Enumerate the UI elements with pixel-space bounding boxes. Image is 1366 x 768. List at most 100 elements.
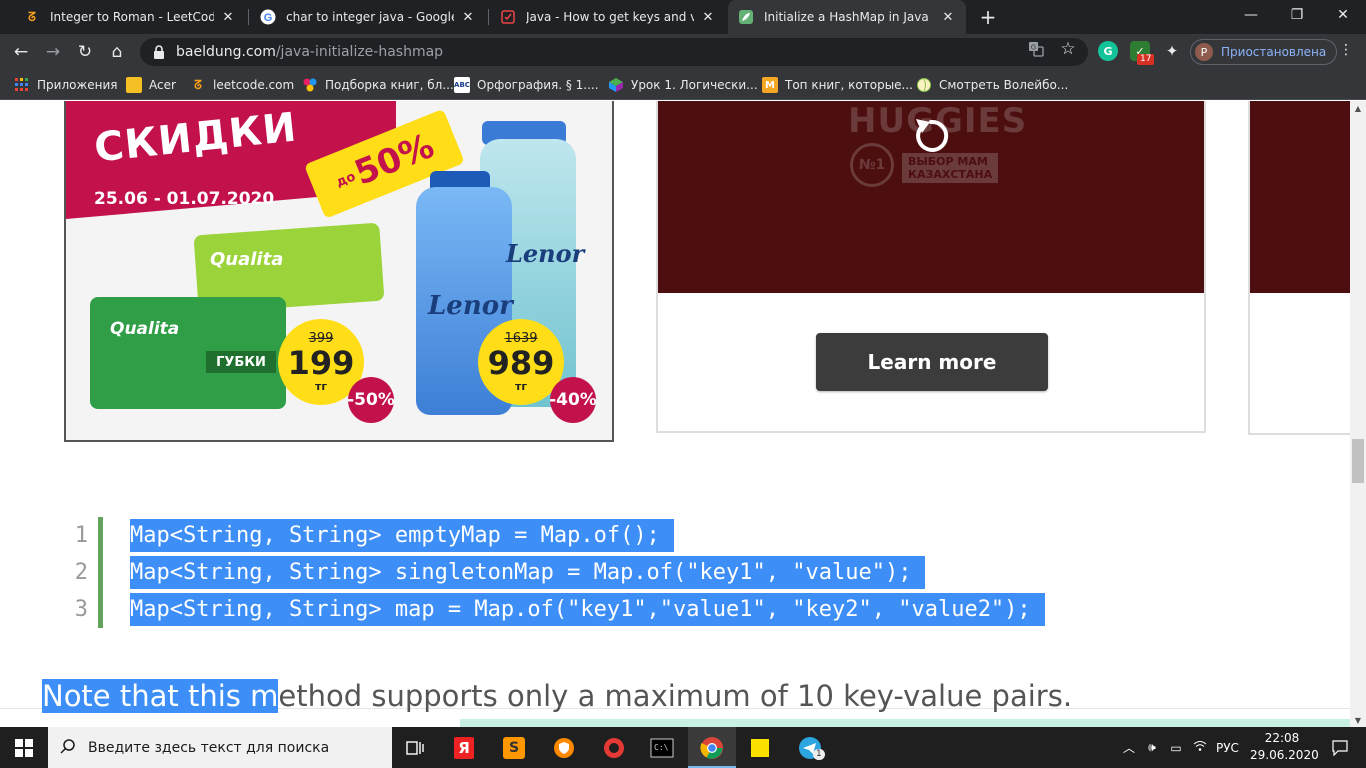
clock[interactable]: 22:08 29.06.2020 [1250,730,1319,764]
search-icon [60,738,78,758]
telegram-icon[interactable]: 1 [786,727,834,768]
tab-java-keys[interactable]: Java - How to get keys and value ✕ [490,0,726,34]
currency: тг [514,379,528,393]
time: 22:08 [1264,731,1300,745]
google-icon: G [260,9,276,25]
tab-leetcode[interactable]: ᘔ Integer to Roman - LeetCode ✕ [14,0,246,34]
apps-icon [14,77,30,93]
close-icon[interactable]: ✕ [460,9,476,25]
yandex-browser-icon[interactable]: Я [440,727,488,768]
bookmark-star-icon[interactable]: ☆ [1059,39,1077,59]
address-bar[interactable]: baeldung.com /java-initialize-hashmap [140,38,1088,66]
search-placeholder: Введите здесь текст для поиска [88,739,330,756]
bookmark-label: Урок 1. Логически... [631,78,758,92]
sponge-brand: Qualita [110,319,180,339]
windows-start-icon[interactable] [0,727,48,768]
date: 29.06.2020 [1250,748,1319,762]
m-icon: M [762,77,778,93]
language-indicator[interactable]: РУС [1216,741,1239,755]
java-icon [500,9,516,25]
lock-icon[interactable] [152,45,166,59]
vpn-shield-icon[interactable] [540,727,588,768]
puzzle-icon[interactable]: ✦ [1162,41,1182,61]
replay-icon[interactable] [906,111,956,161]
code-text[interactable]: Map<String, String> map = Map.of("key1",… [130,593,1045,626]
bookmark-label: Acer [149,78,176,92]
forward-button[interactable]: → [40,39,66,65]
network-icon[interactable]: ▭ [1164,741,1188,755]
close-icon[interactable]: ✕ [220,9,236,25]
chevron-up-icon[interactable]: ︿ [1118,739,1140,756]
bookmark-logic[interactable]: Урок 1. Логически... [608,76,758,94]
new-price: 989 [487,343,555,382]
wifi-icon[interactable] [1188,740,1212,755]
leetcode-icon: ᘔ [28,9,36,24]
code-text[interactable]: Map<String, String> emptyMap = Map.of(); [130,519,674,552]
partial-ad[interactable] [1248,101,1350,435]
bookmark-apps[interactable]: Приложения [14,76,118,94]
baeldung-icon [738,9,754,25]
line-number: 2 [74,560,88,585]
learn-more-button[interactable]: Learn more [816,333,1048,391]
tray-icons: ︿ 🕪 ▭ РУС [1118,727,1239,768]
back-button[interactable]: ← [8,39,34,65]
bookmark-orthography[interactable]: ABC Орфография. § 1.... [454,76,599,94]
grammarly-icon[interactable]: G [1098,41,1118,61]
taskbar-search-input[interactable]: Введите здесь текст для поиска [48,727,392,768]
bookmark-books[interactable]: Подборка книг, бл... [302,76,454,94]
ad-image [1250,101,1350,293]
opera-like-icon[interactable] [590,727,638,768]
bookmark-top-books[interactable]: M Топ книг, которые... [762,76,913,94]
close-icon[interactable]: ✕ [700,9,716,25]
new-price: 199 [287,343,355,382]
article-paragraph[interactable]: Note that this method supports only a ma… [42,679,1072,713]
code-text[interactable]: Map<String, String> singletonMap = Map.o… [130,556,926,589]
terminal-icon[interactable]: C:\ [638,727,686,768]
volume-icon[interactable]: 🕪 [1140,740,1164,755]
chrome-icon[interactable] [688,727,736,768]
scroll-thumb[interactable] [1352,439,1364,483]
sticky-notes-icon[interactable] [736,727,784,768]
svg-text:G: G [1031,44,1036,52]
profile-label: Приостановлена [1221,45,1327,59]
profile-button[interactable]: P Приостановлена [1190,39,1338,65]
translate-icon[interactable]: G [1027,40,1045,58]
code-gutter [98,517,103,628]
tab-baeldung[interactable]: Initialize a HashMap in Java | Bae ✕ [728,0,966,34]
sublime-text-icon[interactable]: S [490,727,538,768]
abc-icon: ABC [454,77,470,93]
scroll-up-icon[interactable]: ▲ [1350,101,1366,115]
page-scrollbar[interactable]: ▲ ▼ [1350,101,1366,727]
tab-google-search[interactable]: G char to integer java - Google Sea ✕ [250,0,486,34]
bookmark-label: Приложения [37,78,118,92]
tab-label: Initialize a HashMap in Java | Bae [764,10,934,24]
scroll-down-icon[interactable]: ▼ [1350,713,1366,727]
browser-toolbar: ← → ↻ ⌂ baeldung.com /java-initialize-ha… [0,34,1366,70]
close-window-button[interactable]: ✕ [1320,0,1366,30]
bookmark-volleyball[interactable]: Смотреть Волейбо... [916,76,1068,94]
bookmark-label: Подборка книг, бл... [325,78,454,92]
bookmark-leetcode[interactable]: ᘔ leetcode.com [190,76,294,94]
new-tab-button[interactable]: + [976,5,1000,29]
tab-separator [488,9,489,25]
bookmarks-bar: Приложения Acer ᘔ leetcode.com Подборка … [0,70,1366,100]
restore-button[interactable]: ❐ [1274,0,1320,30]
close-icon[interactable]: ✕ [940,9,956,25]
huggies-ad[interactable]: HUGGIES №1 ВЫБОР МАМ КАЗАХСТАНА Learn mo… [656,101,1206,433]
ad-dates: 25.06 - 01.07.2020 [94,189,275,209]
reload-button[interactable]: ↻ [72,39,98,65]
bookmark-label: Орфография. § 1.... [477,78,599,92]
line-number: 1 [74,523,88,548]
cube-icon [608,77,624,93]
home-button[interactable]: ⌂ [104,39,130,65]
folder-icon [126,77,142,93]
tab-label: Integer to Roman - LeetCode [50,10,214,24]
bookmark-acer[interactable]: Acer [126,76,176,94]
notification-icon[interactable] [1320,727,1360,768]
avatar: P [1195,43,1213,61]
colorful-icon [302,77,318,93]
minimize-button[interactable]: — [1228,0,1274,30]
task-view-icon[interactable] [392,727,440,768]
menu-icon[interactable]: ⋮ [1336,42,1356,58]
discount-ad[interactable]: СКИДКИ 25.06 - 01.07.2020 до 50% Qualita… [64,101,614,442]
